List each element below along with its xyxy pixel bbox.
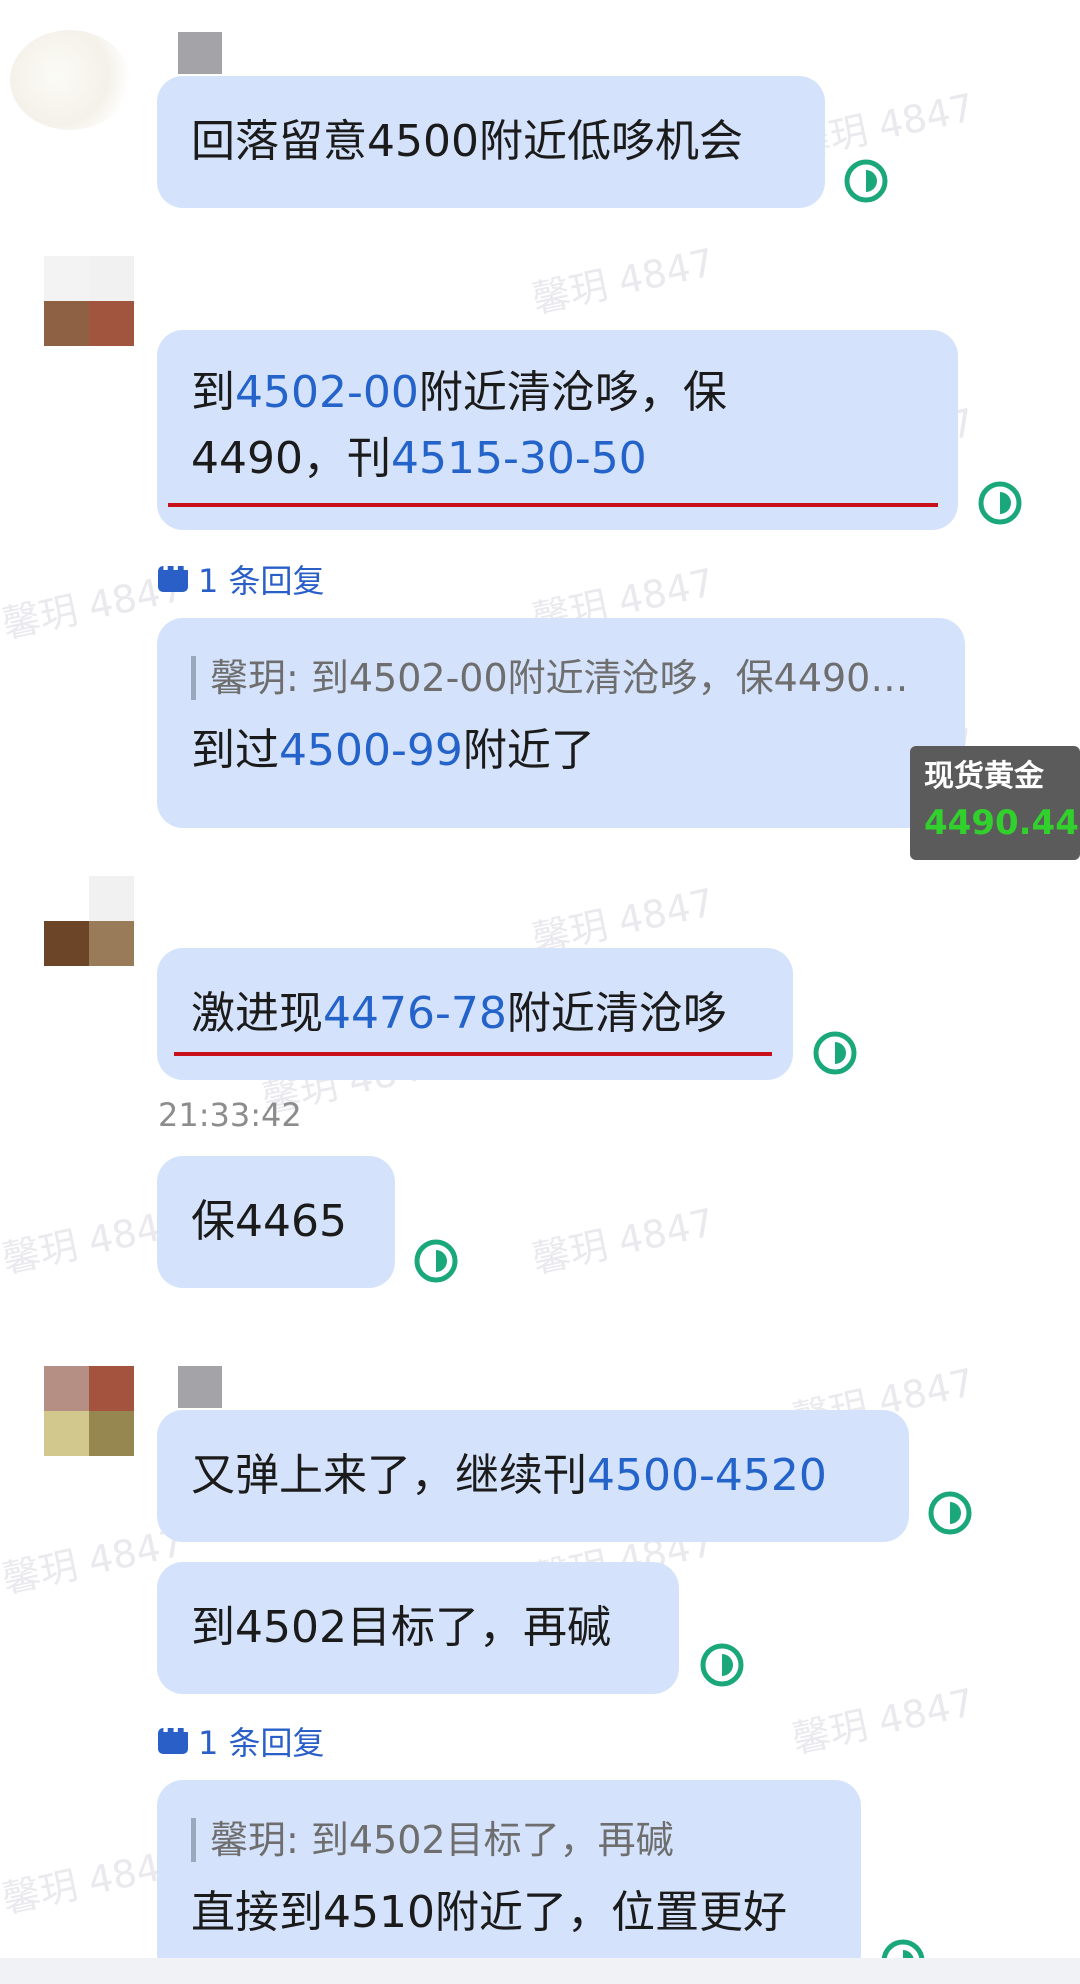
message-text: 保4465: [191, 1196, 347, 1247]
price-number: 4476-78: [323, 988, 507, 1039]
message-text: 附近清沧哆，保: [418, 367, 727, 418]
message-text: 附近了: [462, 725, 595, 776]
avatar[interactable]: [44, 1366, 134, 1456]
quoted-message: 馨玥: 到4502目标了，再碱: [191, 1818, 827, 1862]
avatar-badge: [178, 32, 222, 74]
read-status-icon: [700, 1643, 744, 1687]
message-text: 到4502目标了，再碱: [191, 1602, 611, 1653]
red-underline: [168, 503, 938, 507]
message-text: 又弹上来了，继续刊: [191, 1450, 587, 1501]
read-status-icon: [928, 1491, 972, 1535]
bottom-bar: [0, 1958, 1080, 1984]
reply-bubble[interactable]: 馨玥: 到4502-00附近清沧哆，保4490… 到过4500-99附近了: [157, 618, 965, 828]
watermark: 馨玥 4847: [528, 240, 719, 322]
read-status-icon: [978, 481, 1022, 525]
quoted-message: 馨玥: 到4502-00附近清沧哆，保4490…: [191, 656, 931, 700]
message-bubble[interactable]: 到4502-00附近清沧哆，保 4490，刊4515-30-50: [157, 330, 958, 530]
message-text: 到: [191, 367, 235, 418]
message-bubble[interactable]: 保4465: [157, 1156, 395, 1288]
red-underline: [174, 1052, 772, 1056]
read-status-icon: [414, 1239, 458, 1283]
reply-thread-link[interactable]: 1 条回复: [158, 1716, 325, 1764]
comment-icon: [158, 554, 191, 592]
message-text: 附近清沧哆: [506, 988, 727, 1039]
message-bubble[interactable]: 激进现4476-78附近清沧哆: [157, 948, 793, 1080]
avatar[interactable]: [44, 256, 134, 346]
reply-count: 1 条回复: [198, 1724, 325, 1762]
comment-icon: [158, 1716, 191, 1754]
avatar-badge: [178, 1366, 222, 1408]
price-number: 4515-30-50: [390, 433, 647, 484]
ticker-price: 4490.44: [924, 803, 1079, 843]
reply-bubble[interactable]: 馨玥: 到4502目标了，再碱 直接到4510附近了，位置更好: [157, 1780, 861, 1980]
avatar[interactable]: [44, 876, 134, 966]
price-number: 4500-4520: [587, 1450, 827, 1501]
reply-count: 1 条回复: [198, 562, 325, 600]
price-number: 4500-99: [279, 725, 463, 776]
price-number: 4502-00: [235, 367, 419, 418]
watermark: 馨玥 4847: [788, 1680, 979, 1762]
ticker-name: 现货黄金: [924, 759, 1044, 794]
read-status-icon: [844, 159, 888, 203]
message-text: 直接到4510附近了，位置更好: [191, 1887, 787, 1938]
gold-price-ticker[interactable]: 现货黄金 4490.44: [910, 746, 1080, 860]
watermark: 馨玥 4847: [528, 1200, 719, 1282]
timestamp: 21:33:42: [158, 1096, 302, 1134]
reply-thread-link[interactable]: 1 条回复: [158, 554, 325, 602]
message-text: 到过: [191, 725, 279, 776]
read-status-icon: [813, 1031, 857, 1075]
message-bubble[interactable]: 又弹上来了，继续刊4500-4520: [157, 1410, 909, 1542]
message-text: 激进现: [191, 988, 323, 1039]
message-bubble[interactable]: 回落留意4500附近低哆机会: [157, 76, 825, 208]
message-text: 4490，刊: [191, 433, 391, 484]
message-text: 回落留意4500附近低哆机会: [191, 116, 743, 167]
avatar[interactable]: [10, 30, 130, 130]
message-bubble[interactable]: 到4502目标了，再碱: [157, 1562, 679, 1694]
